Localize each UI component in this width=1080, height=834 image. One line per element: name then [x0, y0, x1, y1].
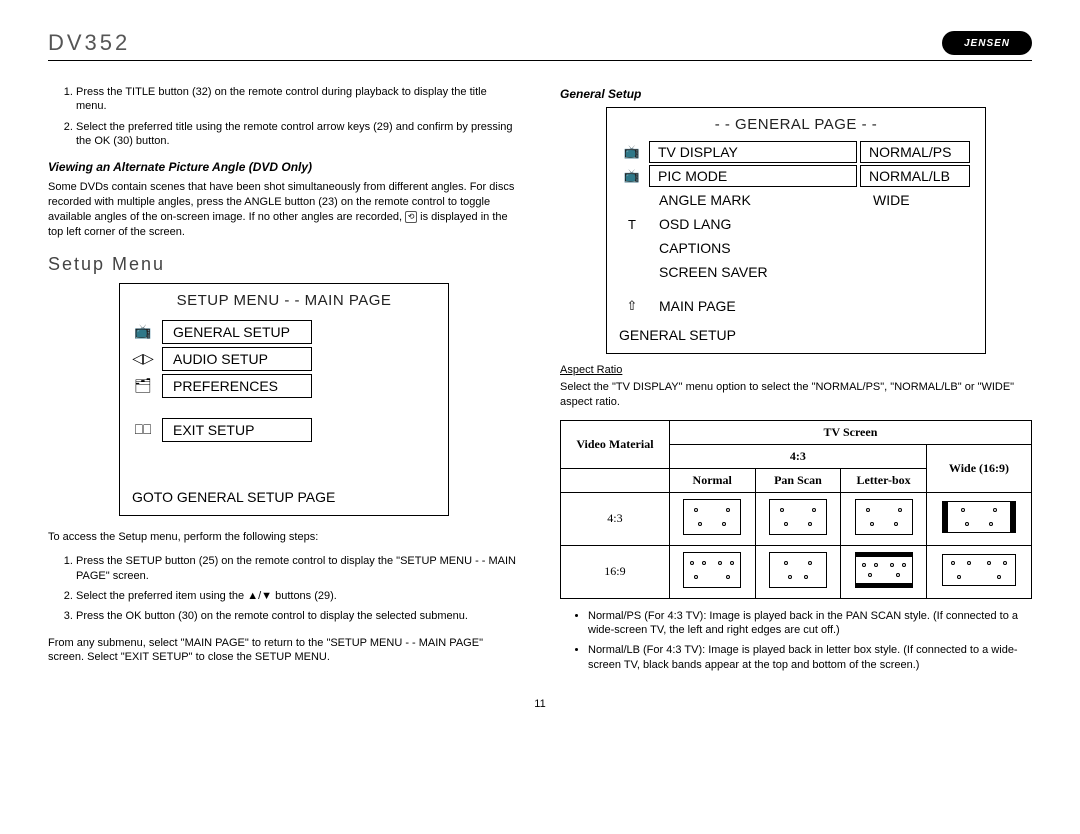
gp-label: SCREEN SAVER: [649, 261, 973, 283]
title-menu-steps: Press the TITLE button (32) on the remot…: [48, 85, 520, 148]
menu-item: EXIT SETUP: [162, 418, 312, 442]
gp-main-page: MAIN PAGE: [649, 295, 973, 317]
th-wide: Wide (16:9): [926, 444, 1031, 492]
gp-row: 📺 TV DISPLAY NORMAL/PS: [615, 141, 973, 163]
up-arrow-icon: ⇧: [615, 295, 649, 317]
aspect-ratio-heading: Aspect Ratio: [560, 364, 1032, 376]
setup-steps: Press the SETUP button (25) on the remot…: [48, 554, 520, 623]
gp-row: SCREEN SAVER: [615, 261, 973, 283]
step-item: Press the OK button (30) on the remote c…: [76, 609, 520, 623]
diagram-cell: [755, 492, 841, 545]
gp-label: OSD LANG: [649, 213, 973, 235]
step-item: Press the SETUP button (25) on the remot…: [76, 554, 520, 583]
audio-icon: ◁▷: [124, 347, 162, 371]
page-header: DV352 JENSEN: [48, 30, 1032, 61]
general-page-title: - - GENERAL PAGE - -: [607, 108, 985, 137]
right-column: General Setup - - GENERAL PAGE - - 📺 TV …: [560, 79, 1032, 678]
bullet-item: Normal/LB (For 4:3 TV): Image is played …: [588, 643, 1032, 672]
tv-icon: 📺: [615, 165, 649, 187]
row-label: 4:3: [561, 492, 670, 545]
th-blank: [561, 468, 670, 492]
blank-icon: [615, 189, 649, 211]
page-number: 11: [48, 698, 1032, 710]
general-page-diagram: - - GENERAL PAGE - - 📺 TV DISPLAY NORMAL…: [606, 107, 986, 354]
step-item: Select the preferred item using the ▲/▼ …: [76, 589, 520, 603]
step-item: Select the preferred title using the rem…: [76, 120, 520, 149]
gp-footer: GENERAL SETUP: [607, 321, 985, 345]
diagram-cell: [926, 545, 1031, 598]
gp-label: TV DISPLAY: [649, 141, 857, 163]
step-item: Press the TITLE button (32) on the remot…: [76, 85, 520, 114]
menu-row: 🗂 PREFERENCES: [124, 374, 440, 398]
content-columns: Press the TITLE button (32) on the remot…: [48, 79, 1032, 678]
th-tv-screen: TV Screen: [669, 420, 1031, 444]
table-row: 4:3: [561, 492, 1032, 545]
diagram-cell: [841, 492, 927, 545]
bullet-item: Normal/PS (For 4:3 TV): Image is played …: [588, 609, 1032, 638]
setup-menu-title: Setup Menu: [48, 254, 520, 275]
angle-text-2: available angles of the on-screen image.…: [48, 211, 405, 223]
row-label: 16:9: [561, 545, 670, 598]
angle-body: Some DVDs contain scenes that have been …: [48, 180, 520, 239]
menu-row: ⎕⎕ EXIT SETUP: [124, 418, 440, 442]
angle-heading: Viewing an Alternate Picture Angle (DVD …: [48, 160, 520, 174]
diagram-cell: [841, 545, 927, 598]
tv-icon: 📺: [124, 320, 162, 344]
angle-text-1: Some DVDs contain scenes that have been …: [48, 181, 514, 208]
aspect-ratio-body: Select the "TV DISPLAY" menu option to s…: [560, 380, 1032, 410]
exit-icon: ⎕⎕: [124, 418, 162, 442]
th-43: 4:3: [669, 444, 926, 468]
menu-row: ◁▷ AUDIO SETUP: [124, 347, 440, 371]
aspect-ratio-table: Video Material TV Screen 4:3 Wide (16:9)…: [560, 420, 1032, 599]
th-letterbox: Letter-box: [841, 468, 927, 492]
th-video-material: Video Material: [561, 420, 670, 468]
th-panscan: Pan Scan: [755, 468, 841, 492]
general-setup-heading: General Setup: [560, 87, 1032, 101]
th-normal: Normal: [669, 468, 755, 492]
gp-row: ANGLE MARK WIDE: [615, 189, 973, 211]
brand-logo: JENSEN: [942, 31, 1032, 55]
gp-label: PIC MODE: [649, 165, 857, 187]
setup-menu-diagram: SETUP MENU - - MAIN PAGE 📺 GENERAL SETUP…: [119, 283, 449, 516]
diagram-cell: [669, 545, 755, 598]
access-text: To access the Setup menu, perform the fo…: [48, 530, 520, 545]
prefs-icon: 🗂: [124, 374, 162, 398]
menu-footer: GOTO GENERAL SETUP PAGE: [120, 479, 448, 515]
text-icon: T: [615, 213, 649, 235]
menu-item: GENERAL SETUP: [162, 320, 312, 344]
menu-row: 📺 GENERAL SETUP: [124, 320, 440, 344]
left-column: Press the TITLE button (32) on the remot…: [48, 79, 520, 678]
gp-label: CAPTIONS: [649, 237, 973, 259]
menu-item: PREFERENCES: [162, 374, 312, 398]
blank-icon: [615, 261, 649, 283]
angle-icon: ⟲: [405, 211, 417, 223]
gp-value: WIDE: [863, 189, 973, 211]
menu-title: SETUP MENU - - MAIN PAGE: [120, 284, 448, 313]
gp-row: CAPTIONS: [615, 237, 973, 259]
menu-item: AUDIO SETUP: [162, 347, 312, 371]
return-text: From any submenu, select "MAIN PAGE" to …: [48, 636, 520, 666]
tv-icon: 📺: [615, 141, 649, 163]
gp-row: ⇧ MAIN PAGE: [615, 295, 973, 317]
gp-value: NORMAL/PS: [860, 141, 970, 163]
gp-label: ANGLE MARK: [649, 189, 863, 211]
gp-row: T OSD LANG: [615, 213, 973, 235]
diagram-cell: [926, 492, 1031, 545]
gp-value: NORMAL/LB: [860, 165, 970, 187]
model-number: DV352: [48, 30, 130, 56]
blank-icon: [615, 237, 649, 259]
diagram-cell: [669, 492, 755, 545]
aspect-bullets: Normal/PS (For 4:3 TV): Image is played …: [560, 609, 1032, 672]
gp-row: 📺 PIC MODE NORMAL/LB: [615, 165, 973, 187]
diagram-cell: [755, 545, 841, 598]
table-row: 16:9: [561, 545, 1032, 598]
